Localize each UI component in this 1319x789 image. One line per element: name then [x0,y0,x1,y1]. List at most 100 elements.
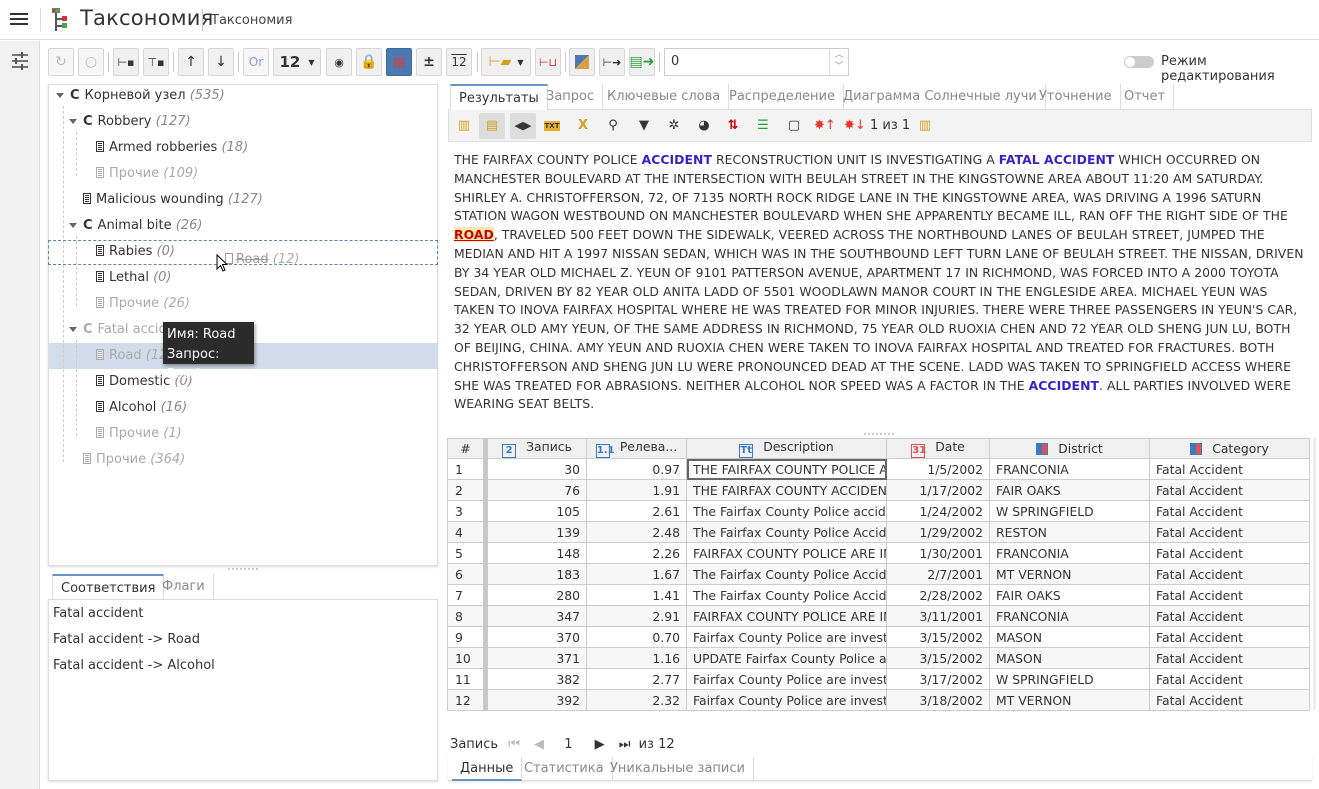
expand-horizontal-icon[interactable]: ◀▶ [510,113,536,139]
settings-sliders-icon[interactable] [10,51,30,71]
table-cell[interactable]: Fatal Accident [1149,689,1310,711]
tree-node[interactable]: Прочие (364) [83,448,185,472]
table-cell[interactable]: RESTON [989,521,1150,543]
table-cell[interactable]: THE FAIRFAX COUNTY ACCIDENT RECONSTRUCTI… [686,479,887,501]
spin-down-icon[interactable]: ﹀ [830,61,848,73]
binoculars-icon[interactable]: ⚲ [603,116,623,136]
plus-minus-button[interactable]: ± [416,48,442,76]
or-operator-button[interactable]: Or [243,48,269,76]
note-icon[interactable]: ▢ [784,116,804,136]
match-item[interactable]: Fatal accident -> Alcohol [53,658,215,673]
table-cell[interactable]: 30 [485,458,587,480]
table-row[interactable]: 3 105 2.61 The Fairfax County Police accide… [447,500,1310,522]
table-cell[interactable]: 76 [485,479,587,501]
value-input[interactable]: 0 [664,48,849,76]
value-spinner[interactable]: ︿ ﹀ [829,49,848,75]
expand-caret-icon[interactable] [69,223,77,228]
table-cell[interactable]: 0.97 [586,458,687,480]
table-cell[interactable]: 12 [447,689,488,711]
next-record-icon[interactable]: ▶ [595,737,605,752]
grid-scrollbar[interactable] [1313,438,1316,710]
table-cell[interactable]: 382 [485,668,587,690]
table-cell[interactable]: 2/7/2001 [886,563,990,585]
table-cell[interactable]: W SPRINGFIELD [989,500,1150,522]
txt-export-icon[interactable]: TXT [544,121,560,131]
table-cell[interactable]: 4 [447,521,488,543]
table-row[interactable]: 83472.91FAIRFAX COUNTY POLICE ARE INVEST… [447,605,1310,627]
table-cell[interactable]: 9 [447,626,488,648]
table-row[interactable]: 2761.91THE FAIRFAX COUNTY ACCIDENT RECON… [447,479,1310,501]
add-sibling-node-button[interactable]: ⊤▪ [143,48,169,76]
tree-node[interactable]: Armed robberies (18) [96,136,248,160]
table-cell[interactable]: The Fairfax County Police Accident [686,521,887,543]
table-cell[interactable]: Fairfax County Police are investigating [686,626,887,648]
table-row[interactable]: 103711.16UPDATE Fairfax County Police ar… [447,647,1310,669]
spin-up-icon[interactable]: ︿ [830,49,848,61]
column-header[interactable]: 1.1 Релева... [586,438,687,459]
page-size-dropdown[interactable]: 12 ▼ [273,48,321,76]
edit-mode-toggle[interactable] [1124,56,1154,68]
table-row[interactable]: 6 183 1.67 The Fairfax County Police Accide… [447,563,1310,585]
refresh-button[interactable]: ↻ [48,48,74,76]
tree-node[interactable]: C Fatal accide [69,318,175,342]
tab-report[interactable]: Отчет [1116,84,1175,110]
tab-data[interactable]: Данные [452,757,523,781]
column-header[interactable]: # [447,438,488,459]
table-cell[interactable]: 1/30/2001 [886,542,990,564]
expand-caret-icon[interactable] [69,327,77,332]
table-cell[interactable]: UPDATE Fairfax County Police are investi… [686,647,887,669]
last-record-icon[interactable]: ⏭ [619,737,631,752]
table-cell[interactable]: 2.77 [586,668,687,690]
table-row[interactable]: 4 139 2.48 The Fairfax County Police Accide… [447,521,1310,543]
table-cell[interactable]: 347 [485,605,587,627]
table-cell[interactable]: W SPRINGFIELD [989,668,1150,690]
sort-icon[interactable]: ⇅ [723,116,743,136]
match-item[interactable]: Fatal accident -> Road [53,632,200,647]
table-cell[interactable]: The Fairfax County Police accident [686,500,887,522]
table-cell[interactable]: FAIR OAKS [989,479,1150,501]
table-row[interactable]: 7 280 1.41 The Fairfax County Police Accide… [447,584,1310,606]
tab-query[interactable]: Запрос [538,84,604,110]
table-cell[interactable]: Fatal Accident [1149,500,1310,522]
expand-caret-icon[interactable] [69,119,77,124]
reset-button[interactable]: ○ [78,48,104,76]
table-cell[interactable]: 10 [447,647,488,669]
table-row[interactable]: 9 370 0.70 Fairfax County Police are invest… [447,626,1310,648]
table-cell[interactable]: MT VERNON [989,563,1150,585]
table-row[interactable]: 51482.26FAIRFAX COUNTY POLICE ARE INVEST… [447,542,1310,564]
tree-node[interactable]: Road (12) [96,344,172,368]
table-cell[interactable]: 3/15/2002 [886,626,990,648]
excel-export-icon[interactable]: X [573,116,593,136]
tree-node[interactable]: Прочие (109) [96,162,198,186]
filter-icon[interactable]: ▼ [634,116,654,136]
table-cell[interactable]: FRANCONIA [989,458,1150,480]
hamburger-menu-icon[interactable] [10,10,28,28]
table-cell[interactable]: 1 [447,458,488,480]
tab-keywords[interactable]: Ключевые слова [599,84,730,110]
tree-action-dropdown[interactable]: ⊢▰ ▼ [481,48,531,76]
table-cell[interactable]: 3/18/2002 [886,689,990,711]
previous-record-icon[interactable]: ◀ [534,737,544,752]
tree-node[interactable]: Lethal (0) [96,266,172,290]
lock-button[interactable]: 🔒 [356,48,382,76]
tab-matches[interactable]: Соответствия [52,574,165,600]
table-cell[interactable]: Fatal Accident [1149,563,1310,585]
copy-layers-button[interactable] [569,48,595,76]
table-cell[interactable]: 1/29/2002 [886,521,990,543]
table-cell[interactable]: 3/17/2002 [886,668,990,690]
table-cell[interactable]: Fatal Accident [1149,605,1310,627]
table-cell[interactable]: MASON [989,626,1150,648]
table-cell[interactable]: 6 [447,563,488,585]
table-cell[interactable]: Fatal Accident [1149,521,1310,543]
tab-results[interactable]: Результаты [450,84,548,110]
table-cell[interactable]: 0.70 [586,626,687,648]
table-cell[interactable]: 1/5/2002 [886,458,990,480]
tree-collapse-button[interactable]: ⊢⊔ [535,48,561,76]
tab-distribution[interactable]: Распределение [721,84,844,110]
add-child-node-button[interactable]: ⊢▪ [113,48,139,76]
table-cell[interactable]: FAIRFAX COUNTY POLICE ARE INVESTIGATING [686,605,887,627]
table-cell[interactable]: 3/15/2002 [886,647,990,669]
export-button[interactable]: ▤➜ [629,48,655,76]
table-cell[interactable]: FRANCONIA [989,542,1150,564]
table-cell[interactable]: 105 [485,500,587,522]
